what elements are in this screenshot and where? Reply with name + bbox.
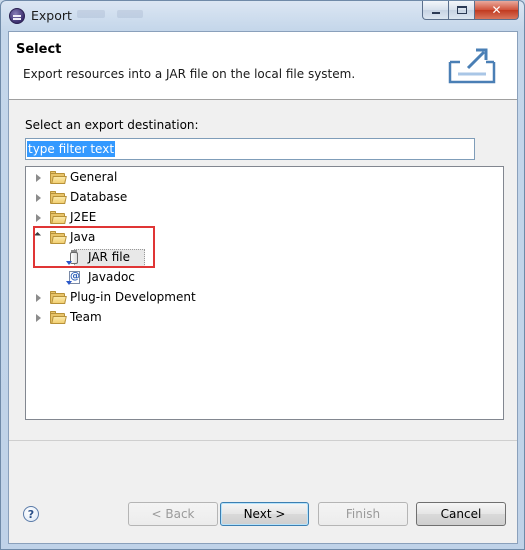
export-wizard-icon bbox=[448, 48, 496, 84]
help-icon: ? bbox=[27, 507, 35, 521]
folder-icon bbox=[50, 211, 67, 224]
expand-icon[interactable] bbox=[36, 294, 41, 302]
folder-icon bbox=[50, 311, 67, 324]
expand-icon[interactable] bbox=[36, 314, 41, 322]
tree-item-label: Plug-in Development bbox=[70, 290, 196, 304]
folder-icon bbox=[50, 291, 67, 304]
tree-item-label: Team bbox=[70, 310, 102, 324]
footer-divider bbox=[9, 440, 517, 441]
tree-item-general[interactable]: General bbox=[26, 168, 496, 188]
back-button[interactable]: < Back bbox=[128, 502, 218, 526]
titlebar-ghost-text bbox=[77, 10, 105, 18]
close-button[interactable]: ✕ bbox=[475, 1, 519, 20]
title-bar[interactable]: Export ✕ bbox=[1, 1, 524, 31]
eclipse-icon bbox=[9, 8, 25, 24]
minimize-button[interactable] bbox=[422, 1, 449, 20]
tree-item-label: Javadoc bbox=[88, 270, 135, 284]
page-description: Export resources into a JAR file on the … bbox=[23, 67, 356, 81]
finish-button[interactable]: Finish bbox=[318, 502, 408, 526]
tree-item-label: Database bbox=[70, 190, 128, 204]
folder-icon bbox=[50, 191, 67, 204]
minimize-icon bbox=[431, 12, 440, 14]
cancel-button[interactable]: Cancel bbox=[416, 502, 506, 526]
expand-icon[interactable] bbox=[36, 214, 41, 222]
tree-item-javadoc[interactable]: @ Javadoc bbox=[66, 268, 196, 288]
destination-label: Select an export destination: bbox=[25, 118, 199, 132]
expand-icon[interactable] bbox=[36, 194, 41, 202]
wizard-header: Select Export resources into a JAR file … bbox=[9, 32, 517, 100]
close-icon: ✕ bbox=[491, 3, 502, 17]
filter-input[interactable]: type filter text bbox=[25, 138, 475, 160]
filter-input-text: type filter text bbox=[27, 141, 116, 157]
titlebar-ghost-text bbox=[117, 10, 143, 18]
page-title: Select bbox=[16, 42, 62, 57]
export-dialog: Export ✕ Select Export resources into a … bbox=[0, 0, 525, 550]
tree-item-label: General bbox=[70, 170, 118, 184]
folder-icon bbox=[50, 171, 67, 184]
dialog-body: Select Export resources into a JAR file … bbox=[8, 31, 518, 544]
next-button[interactable]: Next > bbox=[220, 502, 309, 526]
tree-item-database[interactable]: Database bbox=[26, 188, 496, 208]
destination-tree[interactable]: General Database J2EE Java JAR file @ Ja… bbox=[25, 166, 504, 420]
help-button[interactable]: ? bbox=[23, 506, 39, 522]
tree-item-label: J2EE bbox=[70, 210, 97, 224]
maximize-button[interactable] bbox=[449, 1, 475, 20]
tree-item-plugin-development[interactable]: Plug-in Development bbox=[26, 288, 496, 308]
javadoc-icon: @ bbox=[66, 270, 82, 286]
maximize-icon bbox=[456, 6, 467, 14]
annotation-highlight-box bbox=[33, 226, 155, 268]
tree-item-j2ee[interactable]: J2EE bbox=[26, 208, 496, 228]
tree-item-team[interactable]: Team bbox=[26, 308, 496, 328]
window-controls: ✕ bbox=[422, 1, 519, 21]
window-title: Export bbox=[31, 8, 72, 23]
expand-icon[interactable] bbox=[36, 174, 41, 182]
